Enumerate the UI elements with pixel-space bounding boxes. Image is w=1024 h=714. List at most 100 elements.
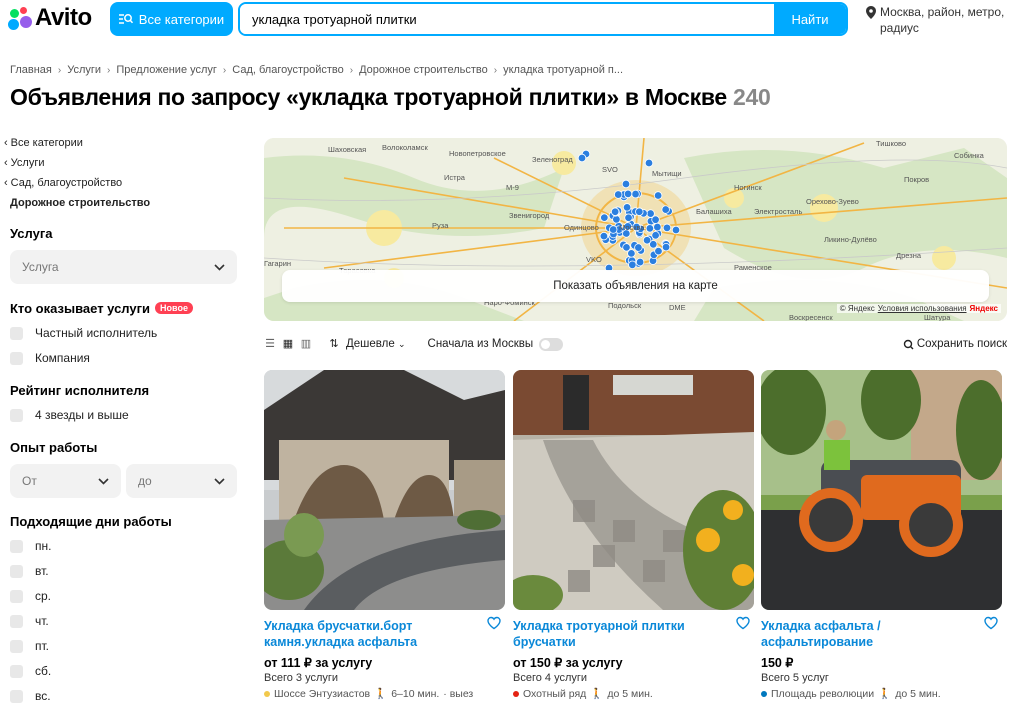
map-place-label: Подольск	[608, 301, 642, 310]
save-search-label: Сохранить поиск	[916, 338, 1007, 350]
all-categories-button[interactable]: Все категории	[110, 2, 233, 36]
listing-photo[interactable]	[761, 370, 1002, 610]
listing-photo[interactable]	[264, 370, 505, 610]
map-marker[interactable]	[609, 225, 618, 234]
listing-photo[interactable]	[513, 370, 754, 610]
moscow-first-toggle[interactable]	[539, 337, 564, 351]
all-categories-label: Все категории	[138, 11, 225, 27]
map-marker[interactable]	[651, 231, 660, 240]
day-checkbox-tue[interactable]: вт.	[10, 564, 49, 578]
listing-title-link[interactable]: Укладка брусчатки.борт камня.укладка асф…	[264, 618, 486, 650]
service-filter-title: Услуга	[10, 226, 53, 241]
save-search-button[interactable]: Сохранить поиск	[903, 338, 1007, 350]
grid-view-icon[interactable]: ▦	[282, 338, 294, 350]
map-marker[interactable]	[599, 231, 609, 241]
listing-card[interactable]: Укладка асфальта / асфальтирование 150 ₽…	[761, 370, 1002, 700]
map-marker[interactable]	[642, 236, 652, 245]
avito-logo[interactable]: Avito	[8, 4, 92, 32]
day-checkbox-thu[interactable]: чт.	[10, 614, 49, 628]
map-marker[interactable]	[644, 158, 654, 168]
walk-time: 6–10 мин.	[391, 687, 440, 700]
map-marker[interactable]	[646, 209, 655, 218]
new-badge: Новое	[155, 302, 193, 314]
sidebar-nav-all-categories[interactable]: ‹ Все категории	[4, 133, 240, 153]
checkbox-box	[10, 539, 23, 553]
checkbox-label: Частный исполнитель	[35, 326, 158, 340]
map-marker[interactable]	[635, 257, 645, 267]
map-marker[interactable]	[661, 242, 671, 252]
map-marker[interactable]	[624, 213, 633, 222]
map-marker[interactable]	[612, 215, 621, 224]
map-marker[interactable]	[631, 189, 640, 199]
map-terms-link[interactable]: Условия использования	[878, 304, 967, 313]
listing-title-link[interactable]: Укладка тротуарной плитки брусчатки	[513, 618, 735, 650]
breadcrumb-offers[interactable]: Предложение услуг	[116, 64, 217, 76]
breadcrumb-home[interactable]: Главная	[10, 64, 52, 76]
breadcrumb-services[interactable]: Услуги	[67, 64, 101, 76]
location-selector[interactable]: Москва, район, метро, радиус	[866, 4, 1016, 36]
listings-map[interactable]: Шаховская Волоколамск Новопетровское Зелено…	[264, 138, 1007, 321]
day-checkbox-sat[interactable]: сб.	[10, 664, 51, 678]
listing-location: Охотный ряд 🚶 до 5 мин.	[513, 687, 754, 700]
map-marker[interactable]	[661, 205, 670, 214]
map-place-label: Тишково	[876, 139, 906, 148]
checkbox-label: пт.	[35, 639, 49, 653]
map-marker[interactable]	[610, 207, 620, 216]
map-marker[interactable]	[635, 207, 644, 216]
provider-private-checkbox[interactable]: Частный исполнитель	[10, 326, 157, 340]
map-marker[interactable]	[627, 249, 636, 258]
location-text: Москва, район, метро, радиус	[880, 5, 1005, 35]
map-marker[interactable]	[628, 260, 637, 270]
search-button[interactable]: Найти	[774, 4, 846, 34]
map-marker[interactable]	[614, 190, 623, 199]
map-marker[interactable]	[621, 179, 631, 189]
search-input[interactable]	[240, 4, 774, 34]
listing-card[interactable]: Укладка брусчатки.борт камня.укладка асф…	[264, 370, 505, 700]
moscow-first-label: Сначала из Москвы	[427, 338, 534, 350]
favorite-heart-icon[interactable]	[984, 616, 998, 630]
walking-person-icon: 🚶	[590, 688, 604, 700]
checkbox-label: пн.	[35, 539, 52, 553]
map-marker[interactable]	[623, 189, 633, 199]
map-marker[interactable]	[634, 243, 643, 252]
breadcrumb-road[interactable]: Дорожное строительство	[359, 64, 488, 76]
rating-4-stars-checkbox[interactable]: 4 звезды и выше	[10, 408, 129, 422]
breadcrumb-garden[interactable]: Сад, благоустройство	[232, 64, 344, 76]
breadcrumb-current: укладка тротуарной п...	[503, 64, 624, 76]
map-view-icon[interactable]: ▥	[300, 338, 312, 350]
map-marker[interactable]	[671, 225, 681, 235]
checkbox-label: ср.	[35, 589, 52, 603]
sort-label: Дешевле	[346, 338, 395, 350]
favorite-heart-icon[interactable]	[487, 616, 501, 630]
sidebar-nav-garden[interactable]: ‹ Сад, благоустройство	[4, 173, 240, 193]
metro-station: Охотный ряд	[523, 687, 587, 700]
provider-company-checkbox[interactable]: Компания	[10, 351, 90, 365]
map-marker[interactable]	[654, 246, 663, 256]
sort-dropdown[interactable]: Дешевле ⌄	[346, 338, 406, 350]
chevron-down-icon: ⌄	[397, 339, 406, 349]
map-marker[interactable]	[645, 224, 655, 233]
listing-services-count: Всего 5 услуг	[761, 672, 829, 684]
experience-to-select[interactable]: до	[126, 464, 237, 498]
listing-title-link[interactable]: Укладка асфальта / асфальтирование	[761, 618, 983, 650]
experience-from-select[interactable]: От	[10, 464, 121, 498]
map-marker[interactable]	[662, 223, 672, 233]
show-on-map-button[interactable]: Показать объявления на карте	[282, 270, 989, 302]
map-marker[interactable]	[600, 213, 609, 222]
service-select-value: Услуга	[22, 260, 59, 274]
map-marker[interactable]	[653, 222, 662, 232]
day-checkbox-fri[interactable]: пт.	[10, 639, 49, 653]
list-view-icon[interactable]: ☰	[264, 338, 276, 350]
map-marker[interactable]	[653, 191, 663, 200]
listing-card[interactable]: Укладка тротуарной плитки брусчатки от 1…	[513, 370, 754, 700]
yandex-logo: Яндекс	[969, 304, 998, 313]
sidebar-nav-services[interactable]: ‹ Услуги	[4, 153, 240, 173]
map-marker[interactable]	[622, 203, 632, 212]
map-marker[interactable]	[577, 153, 587, 163]
day-checkbox-wed[interactable]: ср.	[10, 589, 51, 603]
map-place-label: Электросталь	[754, 207, 802, 216]
favorite-heart-icon[interactable]	[736, 616, 750, 630]
day-checkbox-mon[interactable]: пн.	[10, 539, 51, 553]
day-checkbox-sun[interactable]: вс.	[10, 689, 51, 703]
service-select[interactable]: Услуга	[10, 250, 237, 284]
